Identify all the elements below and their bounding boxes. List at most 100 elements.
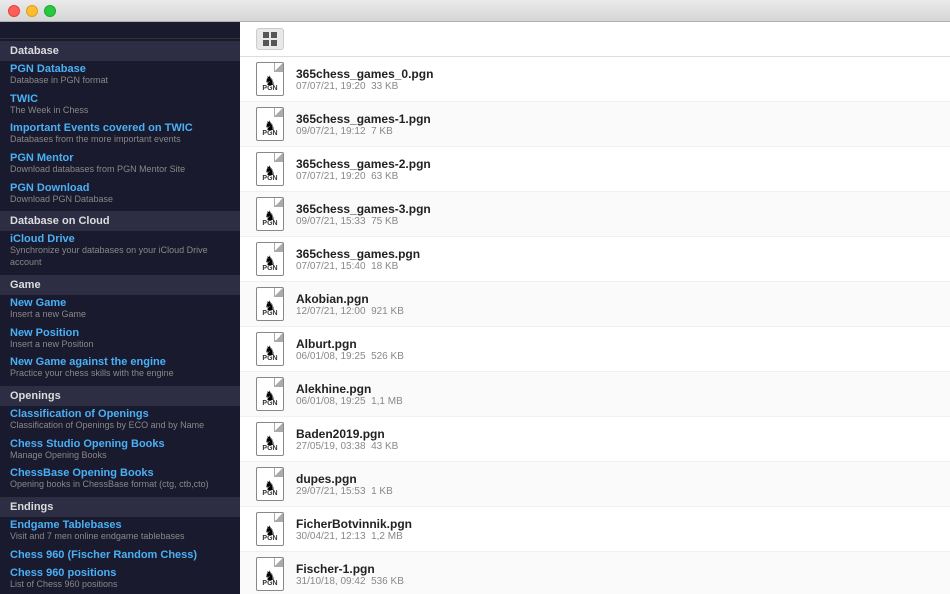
- sidebar-item[interactable]: Important Events covered on TWICDatabase…: [0, 120, 240, 150]
- maximize-button[interactable]: [44, 5, 56, 17]
- file-info: FicherBotvinnik.pgn 30/04/21, 12:13 1,2 …: [296, 517, 938, 542]
- sidebar-item[interactable]: New GameInsert a new Game: [0, 295, 240, 325]
- file-icon: ♞ PGN: [252, 556, 288, 592]
- pgn-file-icon: ♞ PGN: [256, 467, 284, 501]
- pgn-file-icon: ♞ PGN: [256, 62, 284, 96]
- traffic-lights: [8, 5, 56, 17]
- sidebar-item-subtitle: The Week in Chess: [10, 105, 230, 117]
- sidebar: DatabasePGN DatabaseDatabase in PGN form…: [0, 22, 240, 594]
- chess-piece-icon: ♞: [264, 433, 276, 449]
- pgn-file-icon: ♞ PGN: [256, 422, 284, 456]
- file-list: ♞ PGN 365chess_games_0.pgn 07/07/21, 19:…: [240, 57, 950, 594]
- chess-piece-icon: ♞: [264, 163, 276, 179]
- sidebar-item-title: PGN Database: [10, 63, 230, 75]
- chess-piece-icon: ♞: [264, 523, 276, 539]
- chess-piece-icon: ♞: [264, 568, 276, 584]
- sidebar-item-title: PGN Download: [10, 182, 230, 194]
- file-name: 365chess_games-3.pgn: [296, 202, 938, 216]
- pgn-file-icon: ♞ PGN: [256, 512, 284, 546]
- sidebar-item-title: New Game: [10, 297, 230, 309]
- file-name: dupes.pgn: [296, 472, 938, 486]
- main-header: [240, 22, 950, 57]
- file-row[interactable]: ♞ PGN Akobian.pgn 12/07/21, 12:00 921 KB: [240, 282, 950, 327]
- file-row[interactable]: ♞ PGN Alburt.pgn 06/01/08, 19:25 526 KB: [240, 327, 950, 372]
- file-icon: ♞ PGN: [252, 61, 288, 97]
- sidebar-item-subtitle: Download PGN Database: [10, 194, 230, 206]
- sidebar-item[interactable]: Classification of OpeningsClassification…: [0, 406, 240, 436]
- sidebar-item[interactable]: Chess 960 (Fischer Random Chess): [0, 547, 240, 565]
- sidebar-item[interactable]: ChessBase Opening BooksOpening books in …: [0, 465, 240, 495]
- sidebar-item[interactable]: PGN DownloadDownload PGN Database: [0, 180, 240, 210]
- file-name: 365chess_games_0.pgn: [296, 67, 938, 81]
- pgn-file-icon: ♞ PGN: [256, 377, 284, 411]
- file-info: Alburt.pgn 06/01/08, 19:25 526 KB: [296, 337, 938, 362]
- sidebar-item[interactable]: iCloud DriveSynchronize your databases o…: [0, 231, 240, 272]
- file-name: FicherBotvinnik.pgn: [296, 517, 938, 531]
- pgn-file-icon: ♞ PGN: [256, 197, 284, 231]
- file-meta: 07/07/21, 19:20 33 KB: [296, 81, 938, 92]
- sidebar-item-title: PGN Mentor: [10, 152, 230, 164]
- app-header: [0, 22, 240, 39]
- file-meta: 06/01/08, 19:25 1,1 MB: [296, 396, 938, 407]
- app-body: DatabasePGN DatabaseDatabase in PGN form…: [0, 22, 950, 594]
- file-row[interactable]: ♞ PGN 365chess_games-1.pgn 09/07/21, 19:…: [240, 102, 950, 147]
- file-row[interactable]: ♞ PGN Alekhine.pgn 06/01/08, 19:25 1,1 M…: [240, 372, 950, 417]
- sidebar-item[interactable]: New PositionInsert a new Position: [0, 325, 240, 355]
- file-info: 365chess_games-1.pgn 09/07/21, 19:12 7 K…: [296, 112, 938, 137]
- chess-piece-icon: ♞: [264, 73, 276, 89]
- file-row[interactable]: ♞ PGN Baden2019.pgn 27/05/19, 03:38 43 K…: [240, 417, 950, 462]
- pgn-file-icon: ♞ PGN: [256, 152, 284, 186]
- file-meta: 31/10/18, 09:42 536 KB: [296, 576, 938, 587]
- file-row[interactable]: ♞ PGN 365chess_games-3.pgn 09/07/21, 15:…: [240, 192, 950, 237]
- file-name: 365chess_games.pgn: [296, 247, 938, 261]
- sidebar-item[interactable]: Chess 960 positionsList of Chess 960 pos…: [0, 565, 240, 594]
- file-icon: ♞ PGN: [252, 286, 288, 322]
- sidebar-section-header: Game: [0, 275, 240, 295]
- sidebar-item[interactable]: Endgame TablebasesVisit and 7 men online…: [0, 517, 240, 547]
- file-meta: 27/05/19, 03:38 43 KB: [296, 441, 938, 452]
- file-name: Baden2019.pgn: [296, 427, 938, 441]
- grid-view-button[interactable]: [256, 28, 284, 50]
- titlebar: [0, 0, 950, 22]
- sidebar-item[interactable]: New Game against the enginePractice your…: [0, 354, 240, 384]
- file-row[interactable]: ♞ PGN FicherBotvinnik.pgn 30/04/21, 12:1…: [240, 507, 950, 552]
- sidebar-item[interactable]: PGN MentorDownload databases from PGN Me…: [0, 150, 240, 180]
- sidebar-item[interactable]: Chess Studio Opening BooksManage Opening…: [0, 436, 240, 466]
- sidebar-item-title: Classification of Openings: [10, 408, 230, 420]
- file-info: 365chess_games.pgn 07/07/21, 15:40 18 KB: [296, 247, 938, 272]
- sidebar-item-subtitle: Opening books in ChessBase format (ctg, …: [10, 479, 230, 491]
- file-icon: ♞ PGN: [252, 106, 288, 142]
- sidebar-item-subtitle: Classification of Openings by ECO and by…: [10, 420, 230, 432]
- file-row[interactable]: ♞ PGN 365chess_games_0.pgn 07/07/21, 19:…: [240, 57, 950, 102]
- sidebar-item-subtitle: Insert a new Game: [10, 309, 230, 321]
- sidebar-item[interactable]: PGN DatabaseDatabase in PGN format: [0, 61, 240, 91]
- file-meta: 07/07/21, 19:20 63 KB: [296, 171, 938, 182]
- file-row[interactable]: ♞ PGN 365chess_games.pgn 07/07/21, 15:40…: [240, 237, 950, 282]
- file-name: Akobian.pgn: [296, 292, 938, 306]
- file-info: 365chess_games-2.pgn 07/07/21, 19:20 63 …: [296, 157, 938, 182]
- sidebar-item[interactable]: TWICThe Week in Chess: [0, 91, 240, 121]
- file-meta: 07/07/21, 15:40 18 KB: [296, 261, 938, 272]
- pgn-file-icon: ♞ PGN: [256, 242, 284, 276]
- file-row[interactable]: ♞ PGN dupes.pgn 29/07/21, 15:53 1 KB: [240, 462, 950, 507]
- file-row[interactable]: ♞ PGN Fischer-1.pgn 31/10/18, 09:42 536 …: [240, 552, 950, 594]
- file-meta: 29/07/21, 15:53 1 KB: [296, 486, 938, 497]
- chess-piece-icon: ♞: [264, 298, 276, 314]
- file-name: 365chess_games-2.pgn: [296, 157, 938, 171]
- file-icon: ♞ PGN: [252, 331, 288, 367]
- sidebar-item-subtitle: Databases from the more important events: [10, 134, 230, 146]
- sidebar-item-title: Chess 960 positions: [10, 567, 230, 579]
- chess-piece-icon: ♞: [264, 343, 276, 359]
- sidebar-item-title: Endgame Tablebases: [10, 519, 230, 531]
- file-info: Akobian.pgn 12/07/21, 12:00 921 KB: [296, 292, 938, 317]
- file-icon: ♞ PGN: [252, 151, 288, 187]
- close-button[interactable]: [8, 5, 20, 17]
- sidebar-item-subtitle: List of Chess 960 positions: [10, 579, 230, 591]
- file-row[interactable]: ♞ PGN 365chess_games-2.pgn 07/07/21, 19:…: [240, 147, 950, 192]
- file-info: Baden2019.pgn 27/05/19, 03:38 43 KB: [296, 427, 938, 452]
- sidebar-section-header: Database on Cloud: [0, 211, 240, 231]
- chess-piece-icon: ♞: [264, 253, 276, 269]
- file-meta: 12/07/21, 12:00 921 KB: [296, 306, 938, 317]
- minimize-button[interactable]: [26, 5, 38, 17]
- pgn-file-icon: ♞ PGN: [256, 287, 284, 321]
